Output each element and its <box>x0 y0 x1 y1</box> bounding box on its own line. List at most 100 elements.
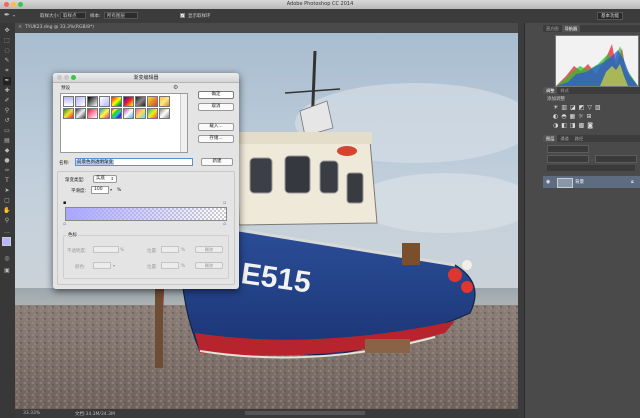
color-swatch-disabled[interactable] <box>93 262 111 269</box>
opacity-input[interactable] <box>93 246 119 253</box>
opacity-field[interactable] <box>595 155 637 163</box>
close-tab-icon[interactable]: × <box>18 24 22 30</box>
gradient-tool-icon[interactable]: ▤ <box>3 137 11 145</box>
sample-label: 样本: <box>90 14 101 19</box>
sample-select[interactable]: 所有图层 <box>104 12 138 19</box>
screen-mode-icon[interactable]: ▣ <box>3 267 11 275</box>
title-bar: Adobe Photoshop CC 2014 <box>0 0 640 9</box>
preset-swatch[interactable] <box>63 108 74 119</box>
preset-swatch[interactable] <box>87 96 98 107</box>
ok-button[interactable]: 确定 <box>198 91 234 99</box>
histogram-panel-tabs: 直方图 导航器 <box>543 25 640 32</box>
preset-swatch[interactable] <box>135 108 146 119</box>
preset-swatch[interactable] <box>87 108 98 119</box>
quick-mask-icon[interactable]: ◎ <box>3 255 11 263</box>
tab-adjustments[interactable]: 调整 <box>543 87 558 94</box>
path-select-tool-icon[interactable]: ➤ <box>3 187 11 195</box>
lock-icon: 🔒︎ <box>631 179 634 185</box>
layers-panel-tabs: 图层 通道 路径 <box>543 135 640 142</box>
gradient-type-select[interactable]: 实底 ⇕ <box>93 175 117 183</box>
load-button[interactable]: 载入... <box>198 123 234 131</box>
preset-swatch[interactable] <box>147 108 158 119</box>
hand-tool-icon[interactable]: ✋ <box>3 207 11 215</box>
tool-preset-chevron-icon[interactable]: ▾ <box>13 13 15 18</box>
color-location-input[interactable] <box>161 262 179 269</box>
shape-tool-icon[interactable]: ▢ <box>3 197 11 205</box>
histogram-graph <box>555 35 639 87</box>
opacity-stop-right-icon[interactable]: ▫ <box>223 200 226 206</box>
tab-histogram[interactable]: 直方图 <box>543 25 562 32</box>
name-input[interactable]: 前景色到透明渐变 <box>75 158 193 166</box>
eraser-tool-icon[interactable]: ▭ <box>3 127 11 135</box>
presets-gear-icon[interactable]: ⚙ <box>173 84 178 91</box>
tab-styles[interactable]: 样式 <box>557 87 571 94</box>
preset-swatch[interactable] <box>159 96 170 107</box>
preset-swatch[interactable] <box>123 96 134 107</box>
type-tool-icon[interactable]: T <box>3 177 11 185</box>
preset-swatch[interactable] <box>111 96 122 107</box>
smoothness-input[interactable]: 100 <box>91 186 109 194</box>
preset-swatch[interactable] <box>75 96 86 107</box>
preset-swatch[interactable] <box>99 108 110 119</box>
horizontal-scrollbar[interactable] <box>245 411 365 415</box>
color-stop-left-icon[interactable]: ⌂ <box>63 221 66 227</box>
right-panels: 直方图 导航器 调整 样式 添加调整 ☀▥◪◩▽▨ ◐◓▦☼⊞ ◑◧◨▩◙ 图层 通… <box>524 23 640 418</box>
layer-filter-select[interactable] <box>547 145 589 153</box>
opacity-location-input[interactable] <box>161 246 179 253</box>
sample-size-label: 取样大小: <box>40 14 60 19</box>
color-delete-button[interactable]: 删除 <box>195 262 223 269</box>
preset-swatch[interactable] <box>99 96 110 107</box>
save-button[interactable]: 存储... <box>198 135 234 143</box>
marquee-tool-icon[interactable]: ⬚ <box>3 37 11 45</box>
dodge-tool-icon[interactable]: ● <box>3 157 11 165</box>
lasso-tool-icon[interactable]: ◌ <box>3 47 11 55</box>
lock-row <box>547 165 635 171</box>
preset-swatch[interactable] <box>75 108 86 119</box>
tab-paths[interactable]: 路径 <box>572 135 586 142</box>
eye-icon[interactable]: ◉ <box>546 179 550 185</box>
preset-swatch[interactable] <box>135 96 146 107</box>
tab-layers[interactable]: 图层 <box>543 135 558 142</box>
zoom-tool-icon[interactable]: ⚲ <box>3 217 11 225</box>
smoothness-dropdown-icon[interactable]: ▾ <box>110 187 112 192</box>
opacity-delete-button[interactable]: 删除 <box>195 246 223 253</box>
app-title: Adobe Photoshop CC 2014 <box>286 1 354 7</box>
blend-mode-select[interactable] <box>547 155 589 163</box>
adjustment-icons[interactable]: ☀▥◪◩▽▨ ◐◓▦☼⊞ ◑◧◨▩◙ <box>553 103 633 130</box>
options-bar: ✒ ▾ 取样大小: 取样点 样本: 所有图层 ✓ 显示取样环 基本功能 <box>0 9 640 24</box>
healing-brush-tool-icon[interactable]: ✚ <box>3 87 11 95</box>
eyedropper-tool-icon[interactable]: ✒ <box>4 11 10 19</box>
crop-tool-icon[interactable]: ⌗ <box>3 67 11 75</box>
workspace-select[interactable]: 基本功能 <box>597 12 623 20</box>
history-brush-tool-icon[interactable]: ↺ <box>3 117 11 125</box>
quick-select-tool-icon[interactable]: ✎ <box>3 57 11 65</box>
tab-channels[interactable]: 通道 <box>557 135 571 142</box>
color-dropdown-icon[interactable]: ▾ <box>113 263 115 268</box>
move-tool-icon[interactable]: ✥ <box>3 27 11 35</box>
show-ring-checkbox[interactable]: ✓ <box>180 13 185 18</box>
blur-tool-icon[interactable]: ◆ <box>3 147 11 155</box>
stamp-tool-icon[interactable]: ⚲ <box>3 107 11 115</box>
preset-swatch[interactable] <box>63 96 74 107</box>
zoom-level[interactable]: 33.33% <box>23 411 40 416</box>
foreground-color-swatch[interactable] <box>2 237 11 246</box>
color-stop-right-icon[interactable]: ⌂ <box>223 221 226 227</box>
opacity-stop-left-icon[interactable]: ▪ <box>63 200 66 206</box>
preset-swatch[interactable] <box>111 108 122 119</box>
eyedropper-tool-icon-active[interactable]: ✒ <box>3 77 11 85</box>
presets-scrollbar[interactable] <box>180 94 187 152</box>
sample-size-select[interactable]: 取样点 <box>60 12 86 19</box>
more-tools-icon[interactable]: … <box>3 228 11 236</box>
gradient-preview-bar[interactable] <box>65 207 227 221</box>
tab-navigator[interactable]: 导航器 <box>561 25 581 32</box>
pen-tool-icon[interactable]: ✑ <box>3 167 11 175</box>
layer-row-background[interactable]: ◉ 背景 🔒︎ <box>543 176 640 188</box>
cancel-button[interactable]: 取消 <box>198 103 234 111</box>
brush-tool-icon[interactable]: ✐ <box>3 97 11 105</box>
preset-swatch[interactable] <box>159 108 170 119</box>
preset-swatch[interactable] <box>147 96 158 107</box>
dialog-title: 渐变编辑器 <box>133 75 159 81</box>
name-label: 名称: <box>59 161 70 166</box>
new-button[interactable]: 新建 <box>201 158 233 166</box>
preset-swatch[interactable] <box>123 108 134 119</box>
